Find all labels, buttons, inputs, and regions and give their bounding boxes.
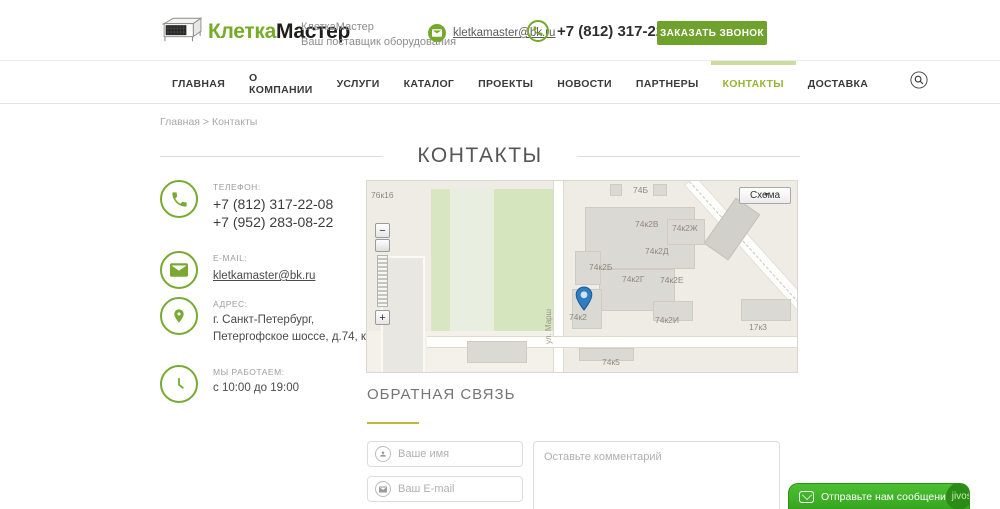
page-title: КОНТАКТЫ (417, 144, 542, 168)
comment-textarea[interactable] (533, 441, 780, 509)
map-building-label: 74к2 (569, 312, 587, 322)
contact-label: E-MAIL: (213, 253, 315, 263)
map-building (653, 184, 667, 196)
zoom-slider[interactable] (377, 255, 388, 307)
map-canvas[interactable]: ул. Марш − + Схема ▼ 76к16 74Б 74к2В 74к2Ж 7… (366, 180, 798, 373)
name-input[interactable] (398, 448, 515, 460)
feedback-section: ОБРАТНАЯ СВЯЗЬ (367, 386, 781, 509)
nav-item-news[interactable]: НОВОСТИ (545, 61, 624, 103)
nav-item-company[interactable]: О КОМПАНИИ (237, 61, 325, 103)
contact-hours: с 10:00 до 19:00 (213, 380, 299, 397)
breadcrumb-home-link[interactable]: Главная (160, 116, 200, 128)
contact-column: ТЕЛЕФОН: +7 (812) 317-22-08 +7 (952) 283… (160, 180, 365, 403)
map-building-label: 74к2Г (622, 274, 645, 284)
search-button[interactable] (910, 61, 928, 103)
contact-phone-2: +7 (952) 283-08-22 (213, 213, 333, 231)
map-building (467, 341, 527, 363)
breadcrumb-current: Контакты (212, 116, 257, 128)
email-icon (428, 24, 446, 42)
breadcrumb-separator: > (203, 116, 209, 128)
map-building-label: 74к5 (602, 357, 620, 367)
map-building-label: 74к2В (635, 219, 659, 229)
contact-email-link[interactable]: kletkamaster@bk.ru (213, 270, 315, 282)
contact-label: МЫ РАБОТАЕМ: (213, 367, 299, 377)
jivosite-label: jivosite (952, 491, 970, 502)
map-building (610, 184, 622, 196)
cage-icon (158, 13, 204, 50)
map-street-label: ул. Марш (544, 309, 553, 344)
contact-phone-block: ТЕЛЕФОН: +7 (812) 317-22-08 +7 (952) 283… (160, 180, 365, 232)
main-nav: ГЛАВНАЯО КОМПАНИИУСЛУГИКАТАЛОГПРОЕКТЫНОВ… (0, 60, 1000, 104)
email-input[interactable] (398, 483, 515, 495)
page-title-row: КОНТАКТЫ (160, 144, 800, 168)
title-line-left (160, 156, 383, 157)
nav-item-delivery[interactable]: ДОСТАВКА (796, 61, 880, 103)
breadcrumb: Главная > Контакты (160, 116, 257, 128)
contact-email-block: E-MAIL: kletkamaster@bk.ru (160, 251, 365, 289)
header: КлеткаМастер КлеткаМастер Ваш поставщик … (0, 0, 1000, 60)
zoom-out-button[interactable]: − (375, 223, 390, 238)
search-icon (910, 71, 928, 94)
nav-item-catalog[interactable]: КАТАЛОГ (392, 61, 467, 103)
zoom-in-button[interactable]: + (375, 310, 390, 325)
map-building-label: 74к2Д (645, 246, 669, 256)
chat-widget[interactable]: Отправьте нам сообщение jivosite (788, 483, 970, 509)
map-type-button[interactable]: Схема ▼ (739, 187, 791, 204)
contact-hours-block: МЫ РАБОТАЕМ: с 10:00 до 19:00 (160, 365, 365, 403)
map-building-label: 74Б (633, 185, 648, 195)
name-field (367, 441, 523, 467)
map-building-label: 17к3 (749, 322, 767, 332)
contact-phone-1: +7 (812) 317-22-08 (213, 195, 333, 213)
map-building-label: 74к2И (655, 315, 679, 325)
location-pin-icon (160, 297, 198, 335)
contact-address-block: АДРЕС: г. Санкт-Петербург, Петергофское … (160, 297, 365, 347)
nav-item-contacts[interactable]: КОНТАКТЫ (711, 61, 796, 103)
person-icon (375, 446, 391, 462)
zoom-slider-handle[interactable] (375, 239, 390, 252)
nav-item-partners[interactable]: ПАРТНЕРЫ (624, 61, 711, 103)
nav-list: ГЛАВНАЯО КОМПАНИИУСЛУГИКАТАЛОГПРОЕКТЫНОВ… (160, 61, 880, 103)
nav-item-services[interactable]: УСЛУГИ (325, 61, 392, 103)
phone-icon (527, 20, 549, 42)
map-building (741, 299, 791, 321)
clock-icon (160, 365, 198, 403)
envelope-icon (375, 481, 391, 497)
page: КлеткаМастер КлеткаМастер Ваш поставщик … (0, 0, 1000, 509)
map-building-label: 74к2Е (660, 275, 684, 285)
chat-envelope-icon (799, 491, 814, 503)
map-type-label: Схема (750, 190, 780, 201)
feedback-title-underline (367, 422, 419, 424)
contact-label: ТЕЛЕФОН: (213, 182, 333, 192)
phone-circle-icon (160, 180, 198, 218)
email-field (367, 476, 523, 502)
nav-item-projects[interactable]: ПРОЕКТЫ (466, 61, 545, 103)
map-building-label: 74к2Ж (672, 223, 698, 233)
map-pin-icon (575, 286, 593, 314)
map-building-label: 76к16 (371, 190, 394, 200)
order-call-button[interactable]: ЗАКАЗАТЬ ЗВОНОК (657, 21, 767, 45)
email-circle-icon (160, 251, 198, 289)
nav-item-home[interactable]: ГЛАВНАЯ (160, 61, 237, 103)
title-line-right (577, 156, 800, 157)
feedback-title: ОБРАТНАЯ СВЯЗЬ (367, 386, 781, 403)
map-building-label: 74к2Б (589, 262, 612, 272)
chat-message: Отправьте нам сообщение (821, 491, 952, 503)
